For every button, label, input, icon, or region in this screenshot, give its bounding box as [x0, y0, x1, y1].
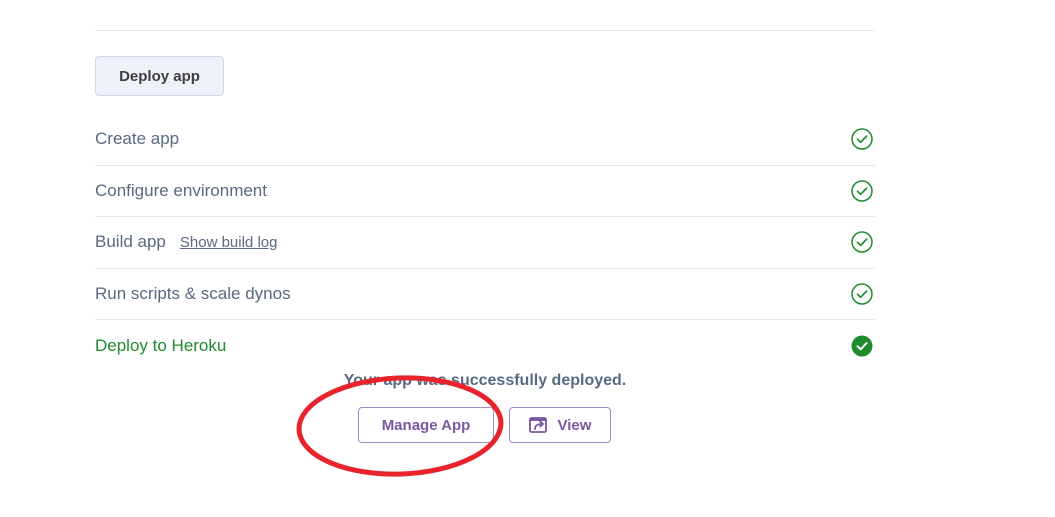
- step-run-scripts: Run scripts & scale dynos: [95, 269, 875, 320]
- external-link-icon: [528, 417, 547, 433]
- check-circle-icon: [851, 231, 873, 253]
- step-label: Run scripts & scale dynos: [95, 283, 291, 303]
- deploy-panel: Deploy app Create app Configure environm…: [0, 0, 1055, 517]
- step-label: Configure environment: [95, 180, 267, 200]
- step-deploy-to-heroku: Deploy to Heroku: [95, 320, 875, 372]
- deploy-steps-list: Create app Configure environment Build a…: [95, 114, 875, 372]
- check-circle-icon: [851, 283, 873, 305]
- step-label: Create app: [95, 129, 180, 149]
- show-build-log-link[interactable]: Show build log: [180, 234, 278, 251]
- divider: [95, 30, 875, 31]
- step-create-app: Create app: [95, 114, 875, 166]
- view-label: View: [557, 416, 592, 434]
- deploy-app-button[interactable]: Deploy app: [95, 56, 224, 96]
- step-build-app: Build app Show build log: [95, 217, 875, 269]
- view-app-button[interactable]: View: [509, 407, 611, 443]
- check-circle-icon: [851, 128, 873, 150]
- check-circle-icon: [851, 180, 873, 202]
- step-label: Deploy to Heroku: [95, 335, 227, 355]
- step-label: Build app: [95, 232, 166, 252]
- success-message: Your app was successfully deployed.: [343, 372, 627, 389]
- check-circle-filled-icon: [851, 335, 873, 357]
- manage-app-button[interactable]: Manage App: [358, 407, 494, 443]
- step-configure-environment: Configure environment: [95, 166, 875, 217]
